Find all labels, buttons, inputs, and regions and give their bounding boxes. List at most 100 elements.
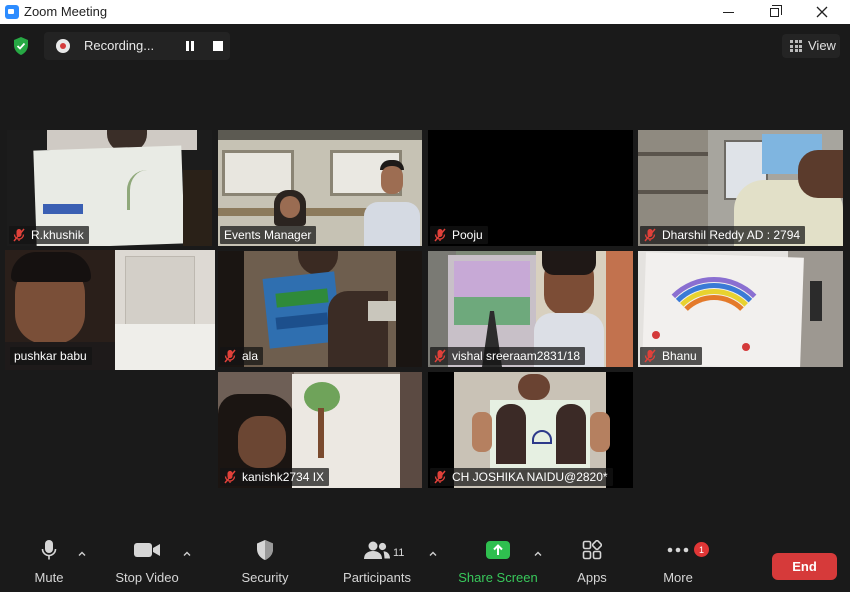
- stop-video-label: Stop Video: [115, 570, 179, 585]
- video-tile[interactable]: vishal sreeraam2831/18: [428, 251, 633, 367]
- end-meeting-button[interactable]: End: [772, 553, 837, 580]
- security-button[interactable]: Security: [238, 534, 292, 592]
- participant-nametag: Pooju: [430, 226, 488, 244]
- participant-name: pushkar babu: [14, 349, 87, 363]
- share-screen-label: Share Screen: [458, 570, 538, 585]
- security-label: Security: [241, 570, 289, 585]
- share-screen-icon: [486, 541, 510, 559]
- video-person: [542, 251, 596, 275]
- meeting-toolbar: Mute Stop Video Security Participants Sh…: [0, 534, 850, 592]
- mic-muted-icon: [434, 470, 446, 484]
- video-tile[interactable]: Events Manager: [218, 130, 422, 246]
- video-camera-icon: [134, 543, 160, 557]
- drawing-detail: [127, 170, 157, 210]
- video-options-chevron-icon[interactable]: [183, 550, 191, 558]
- participant-nametag: R.khushik: [9, 226, 89, 244]
- participant-name: ala: [242, 349, 259, 363]
- video-bg: [183, 170, 212, 246]
- mute-label: Mute: [34, 570, 64, 585]
- mute-button[interactable]: Mute: [26, 534, 72, 592]
- minimize-button[interactable]: [705, 0, 751, 24]
- participants-options-chevron-icon[interactable]: [429, 550, 437, 558]
- microphone-icon: [41, 540, 57, 560]
- recording-label: Recording...: [84, 38, 155, 53]
- participant-nametag: Bhanu: [640, 347, 702, 365]
- drawing-tree: [318, 408, 324, 458]
- room-door: [125, 256, 195, 326]
- participant-name: Bhanu: [662, 349, 697, 363]
- drawing-detail: [43, 204, 83, 214]
- video-tile[interactable]: Dharshil Reddy AD : 2794: [638, 130, 843, 246]
- restore-button[interactable]: [751, 0, 797, 24]
- participant-name: vishal sreeraam2831/18: [452, 349, 581, 363]
- mic-muted-icon: [434, 349, 446, 363]
- view-label: View: [808, 38, 836, 53]
- share-options-chevron-icon[interactable]: [534, 550, 542, 558]
- participant-name: Events Manager: [224, 228, 312, 242]
- encryption-shield-icon[interactable]: [12, 36, 30, 56]
- stop-video-button[interactable]: Stop Video: [111, 534, 183, 592]
- participants-label: Participants: [343, 570, 411, 585]
- drawing-heart: [652, 331, 660, 339]
- participant-name: CH JOSHIKA NAIDU@2820*: [452, 470, 608, 484]
- participant-nametag: kanishk2734 IX: [220, 468, 330, 486]
- more-label: More: [663, 570, 693, 585]
- mic-muted-icon: [644, 228, 656, 242]
- video-tile-active-speaker[interactable]: pushkar babu: [5, 250, 215, 370]
- participant-nametag: CH JOSHIKA NAIDU@2820*: [430, 468, 613, 486]
- video-tile[interactable]: CH JOSHIKA NAIDU@2820*: [428, 372, 633, 488]
- video-tile[interactable]: R.khushik: [7, 130, 212, 246]
- mic-muted-icon: [224, 470, 236, 484]
- zoom-app-icon: [5, 5, 19, 19]
- mic-muted-icon: [13, 228, 25, 242]
- stop-recording-icon[interactable]: [213, 41, 223, 51]
- minimize-icon: [722, 11, 734, 13]
- participant-name: Pooju: [452, 228, 483, 242]
- video-person: [472, 412, 492, 452]
- more-notification-badge: 1: [694, 542, 709, 557]
- video-tile[interactable]: Pooju: [428, 130, 633, 246]
- video-person: [11, 252, 91, 282]
- video-tile[interactable]: kanishk2734 IX: [218, 372, 422, 488]
- grid-view-icon: [790, 40, 802, 52]
- audio-options-chevron-icon[interactable]: [78, 550, 86, 558]
- room-window: [368, 301, 396, 321]
- restore-icon: [769, 4, 782, 17]
- participant-nametag: pushkar babu: [10, 347, 92, 365]
- video-person: [518, 374, 550, 400]
- security-shield-icon: [257, 540, 273, 560]
- participants-count: 11: [393, 547, 405, 559]
- more-button[interactable]: More: [658, 534, 698, 592]
- video-person: [238, 416, 286, 468]
- recording-dot-icon: [56, 39, 70, 53]
- apps-icon: [582, 540, 602, 560]
- participant-name: R.khushik: [31, 228, 84, 242]
- video-bg: [218, 130, 422, 140]
- participant-name: Dharshil Reddy AD : 2794: [662, 228, 801, 242]
- participant-nametag: Dharshil Reddy AD : 2794: [640, 226, 806, 244]
- video-tile[interactable]: ala: [218, 251, 422, 367]
- apps-label: Apps: [577, 570, 607, 585]
- video-tile[interactable]: Bhanu: [638, 251, 843, 367]
- view-button[interactable]: View: [782, 34, 840, 58]
- participant-nametag: vishal sreeraam2831/18: [430, 347, 586, 365]
- participants-icon: [364, 541, 390, 559]
- drawing-heart: [742, 343, 750, 351]
- room-floor: [115, 324, 215, 370]
- apps-button[interactable]: Apps: [572, 534, 612, 592]
- mic-muted-icon: [224, 349, 236, 363]
- mic-muted-icon: [644, 349, 656, 363]
- drawing-detail: [454, 261, 530, 301]
- video-person: [798, 150, 843, 198]
- close-button[interactable]: [799, 0, 845, 24]
- share-screen-button[interactable]: Share Screen: [458, 534, 538, 592]
- participant-nametag: Events Manager: [220, 226, 317, 244]
- room-curtain: [606, 251, 633, 367]
- video-person: [358, 158, 420, 246]
- room-window: [222, 150, 294, 196]
- window-titlebar: Zoom Meeting: [0, 0, 850, 24]
- room-detail: [810, 281, 822, 321]
- drawing-tree: [496, 404, 526, 464]
- participants-button[interactable]: Participants: [340, 534, 414, 592]
- pause-recording-icon[interactable]: [184, 40, 196, 52]
